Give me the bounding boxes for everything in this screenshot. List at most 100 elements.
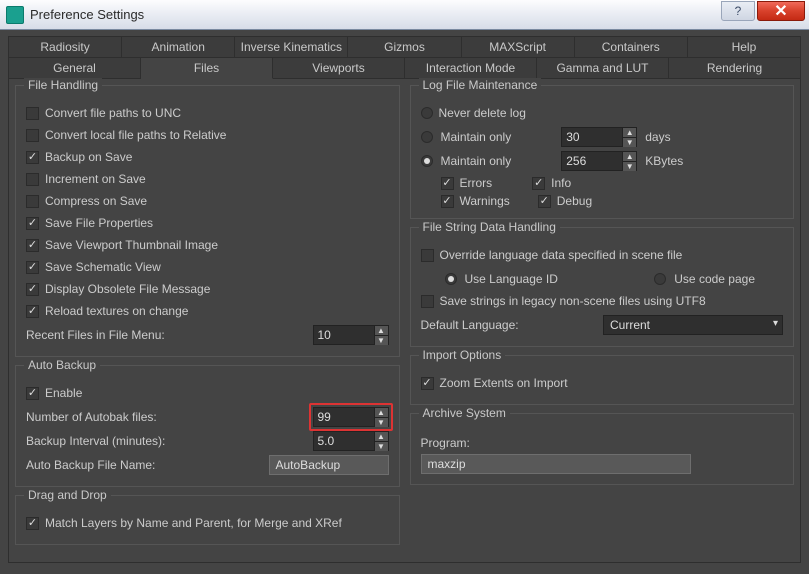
lbl-display-obsolete: Display Obsolete File Message (45, 282, 210, 296)
group-string-handling: File String Data Handling Override langu… (410, 227, 795, 347)
lbl-lang-id: Use Language ID (465, 272, 558, 286)
chk-convert-relative[interactable] (26, 129, 39, 142)
lbl-days-unit: days (645, 130, 670, 144)
chk-warnings[interactable] (441, 195, 454, 208)
lbl-save-thumb: Save Viewport Thumbnail Image (45, 238, 218, 252)
lbl-maintain-kb: Maintain only (441, 154, 512, 168)
radio-maintain-kb[interactable] (421, 155, 433, 167)
step-up-icon[interactable]: ▲ (375, 326, 388, 336)
lbl-warnings: Warnings (460, 194, 510, 208)
chk-save-thumb[interactable] (26, 239, 39, 252)
chk-info[interactable] (532, 177, 545, 190)
step-up-icon[interactable]: ▲ (623, 128, 636, 138)
legend-file-handling: File Handling (24, 78, 102, 92)
lbl-autobak-name: Auto Backup File Name: (26, 458, 155, 472)
tab-gizmos[interactable]: Gizmos (348, 36, 461, 58)
help-button[interactable]: ? (721, 1, 755, 21)
chk-errors[interactable] (441, 177, 454, 190)
input-recent-files[interactable] (313, 325, 375, 345)
lbl-zoom-extents: Zoom Extents on Import (440, 376, 568, 390)
tab-radiosity[interactable]: Radiosity (8, 36, 122, 58)
lbl-interval: Backup Interval (minutes): (26, 434, 165, 448)
close-button[interactable]: ✕ (757, 1, 805, 21)
tab-strip-row2: General Files Viewports Interaction Mode… (8, 57, 801, 79)
lbl-save-utf8: Save strings in legacy non-scene files u… (440, 294, 706, 308)
step-down-icon[interactable]: ▼ (375, 418, 388, 427)
input-program[interactable]: maxzip (421, 454, 691, 474)
group-file-handling: File Handling Convert file paths to UNC … (15, 85, 400, 357)
lbl-default-lang: Default Language: (421, 318, 519, 332)
radio-never-delete[interactable] (421, 107, 433, 119)
chk-increment-on-save[interactable] (26, 173, 39, 186)
radio-maintain-days[interactable] (421, 131, 433, 143)
tab-containers[interactable]: Containers (575, 36, 688, 58)
chk-convert-unc[interactable] (26, 107, 39, 120)
step-down-icon[interactable]: ▼ (623, 162, 636, 171)
tab-maxscript[interactable]: MAXScript (462, 36, 575, 58)
group-drag-drop: Drag and Drop Match Layers by Name and P… (15, 495, 400, 545)
legend-import-opts: Import Options (419, 348, 506, 362)
input-days[interactable] (561, 127, 623, 147)
chk-save-file-props[interactable] (26, 217, 39, 230)
spinner-autobak[interactable]: ▲▼ (313, 407, 389, 427)
select-default-lang[interactable]: Current (603, 315, 783, 335)
chk-match-layers[interactable] (26, 517, 39, 530)
app-icon (6, 6, 24, 24)
tab-viewports[interactable]: Viewports (273, 57, 405, 79)
lbl-reload-textures: Reload textures on change (45, 304, 188, 318)
spinner-kb[interactable]: ▲▼ (561, 151, 637, 171)
lbl-compress-on-save: Compress on Save (45, 194, 147, 208)
lbl-convert-relative: Convert local file paths to Relative (45, 128, 226, 142)
group-archive: Archive System Program: maxzip (410, 413, 795, 485)
tab-strip-row1: Radiosity Animation Inverse Kinematics G… (8, 36, 801, 58)
highlight-autobak: ▲▼ (309, 403, 393, 431)
input-interval[interactable] (313, 431, 375, 451)
step-down-icon[interactable]: ▼ (375, 442, 388, 451)
lbl-enable-autobackup: Enable (45, 386, 82, 400)
lbl-backup-on-save: Backup on Save (45, 150, 132, 164)
lbl-recent-files: Recent Files in File Menu: (26, 328, 165, 342)
chk-zoom-extents[interactable] (421, 377, 434, 390)
chk-backup-on-save[interactable] (26, 151, 39, 164)
spinner-interval[interactable]: ▲▼ (313, 431, 389, 451)
step-down-icon[interactable]: ▼ (623, 138, 636, 147)
chk-override-lang[interactable] (421, 249, 434, 262)
window-title: Preference Settings (30, 7, 144, 22)
tab-general[interactable]: General (8, 57, 141, 79)
tab-help[interactable]: Help (688, 36, 801, 58)
spinner-days[interactable]: ▲▼ (561, 127, 637, 147)
lbl-match-layers: Match Layers by Name and Parent, for Mer… (45, 516, 342, 530)
chk-save-schem[interactable] (26, 261, 39, 274)
lbl-save-schem: Save Schematic View (45, 260, 161, 274)
lbl-info: Info (551, 176, 571, 190)
legend-auto-backup: Auto Backup (24, 358, 100, 372)
input-autobak[interactable] (313, 407, 375, 427)
tab-animation[interactable]: Animation (122, 36, 235, 58)
legend-archive: Archive System (419, 406, 510, 420)
radio-code-page[interactable] (654, 273, 666, 285)
tab-files[interactable]: Files (141, 57, 273, 79)
lbl-increment-on-save: Increment on Save (45, 172, 146, 186)
group-auto-backup: Auto Backup Enable Number of Autobak fil… (15, 365, 400, 487)
lbl-kb-unit: KBytes (645, 154, 683, 168)
lbl-never-delete: Never delete log (439, 106, 526, 120)
tab-inverse-kinematics[interactable]: Inverse Kinematics (235, 36, 348, 58)
input-kb[interactable] (561, 151, 623, 171)
tab-interaction-mode[interactable]: Interaction Mode (405, 57, 537, 79)
spinner-recent-files[interactable]: ▲▼ (313, 325, 389, 345)
chk-display-obsolete[interactable] (26, 283, 39, 296)
step-down-icon[interactable]: ▼ (375, 336, 388, 345)
chk-save-utf8[interactable] (421, 295, 434, 308)
chk-reload-textures[interactable] (26, 305, 39, 318)
chk-enable-autobackup[interactable] (26, 387, 39, 400)
tab-gamma-lut[interactable]: Gamma and LUT (537, 57, 669, 79)
tab-rendering[interactable]: Rendering (669, 57, 801, 79)
input-autobak-name[interactable]: AutoBackup (269, 455, 389, 475)
step-up-icon[interactable]: ▲ (375, 408, 388, 418)
lbl-autobak-count: Number of Autobak files: (26, 410, 157, 424)
radio-lang-id[interactable] (445, 273, 457, 285)
chk-compress-on-save[interactable] (26, 195, 39, 208)
step-up-icon[interactable]: ▲ (375, 432, 388, 442)
chk-debug[interactable] (538, 195, 551, 208)
step-up-icon[interactable]: ▲ (623, 152, 636, 162)
